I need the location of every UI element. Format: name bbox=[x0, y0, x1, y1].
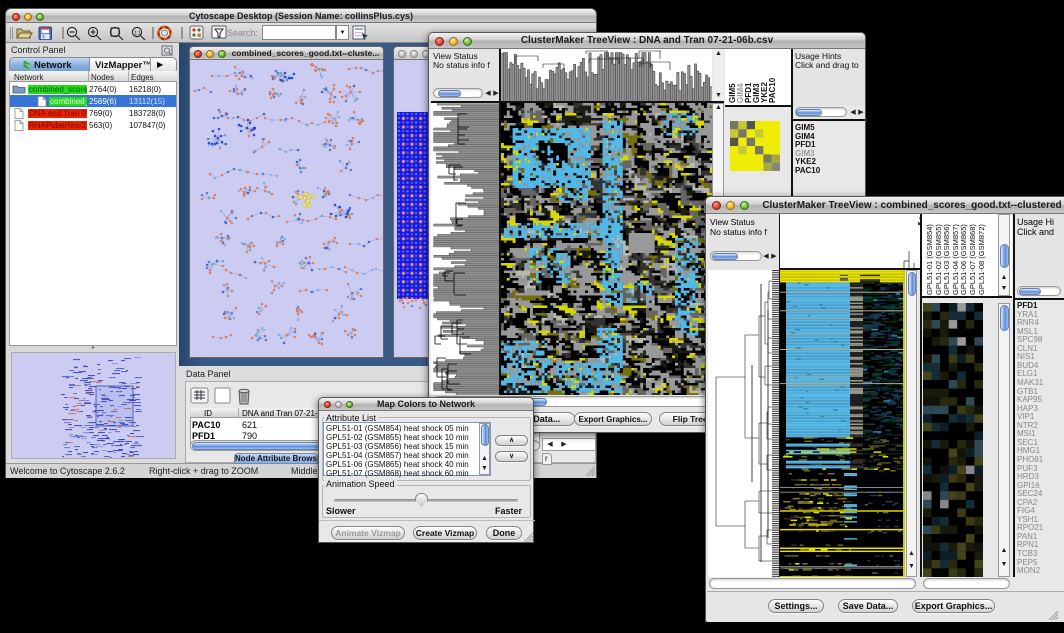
svg-text:Search:: Search: bbox=[227, 28, 258, 38]
svg-text:1:1: 1:1 bbox=[134, 31, 141, 37]
